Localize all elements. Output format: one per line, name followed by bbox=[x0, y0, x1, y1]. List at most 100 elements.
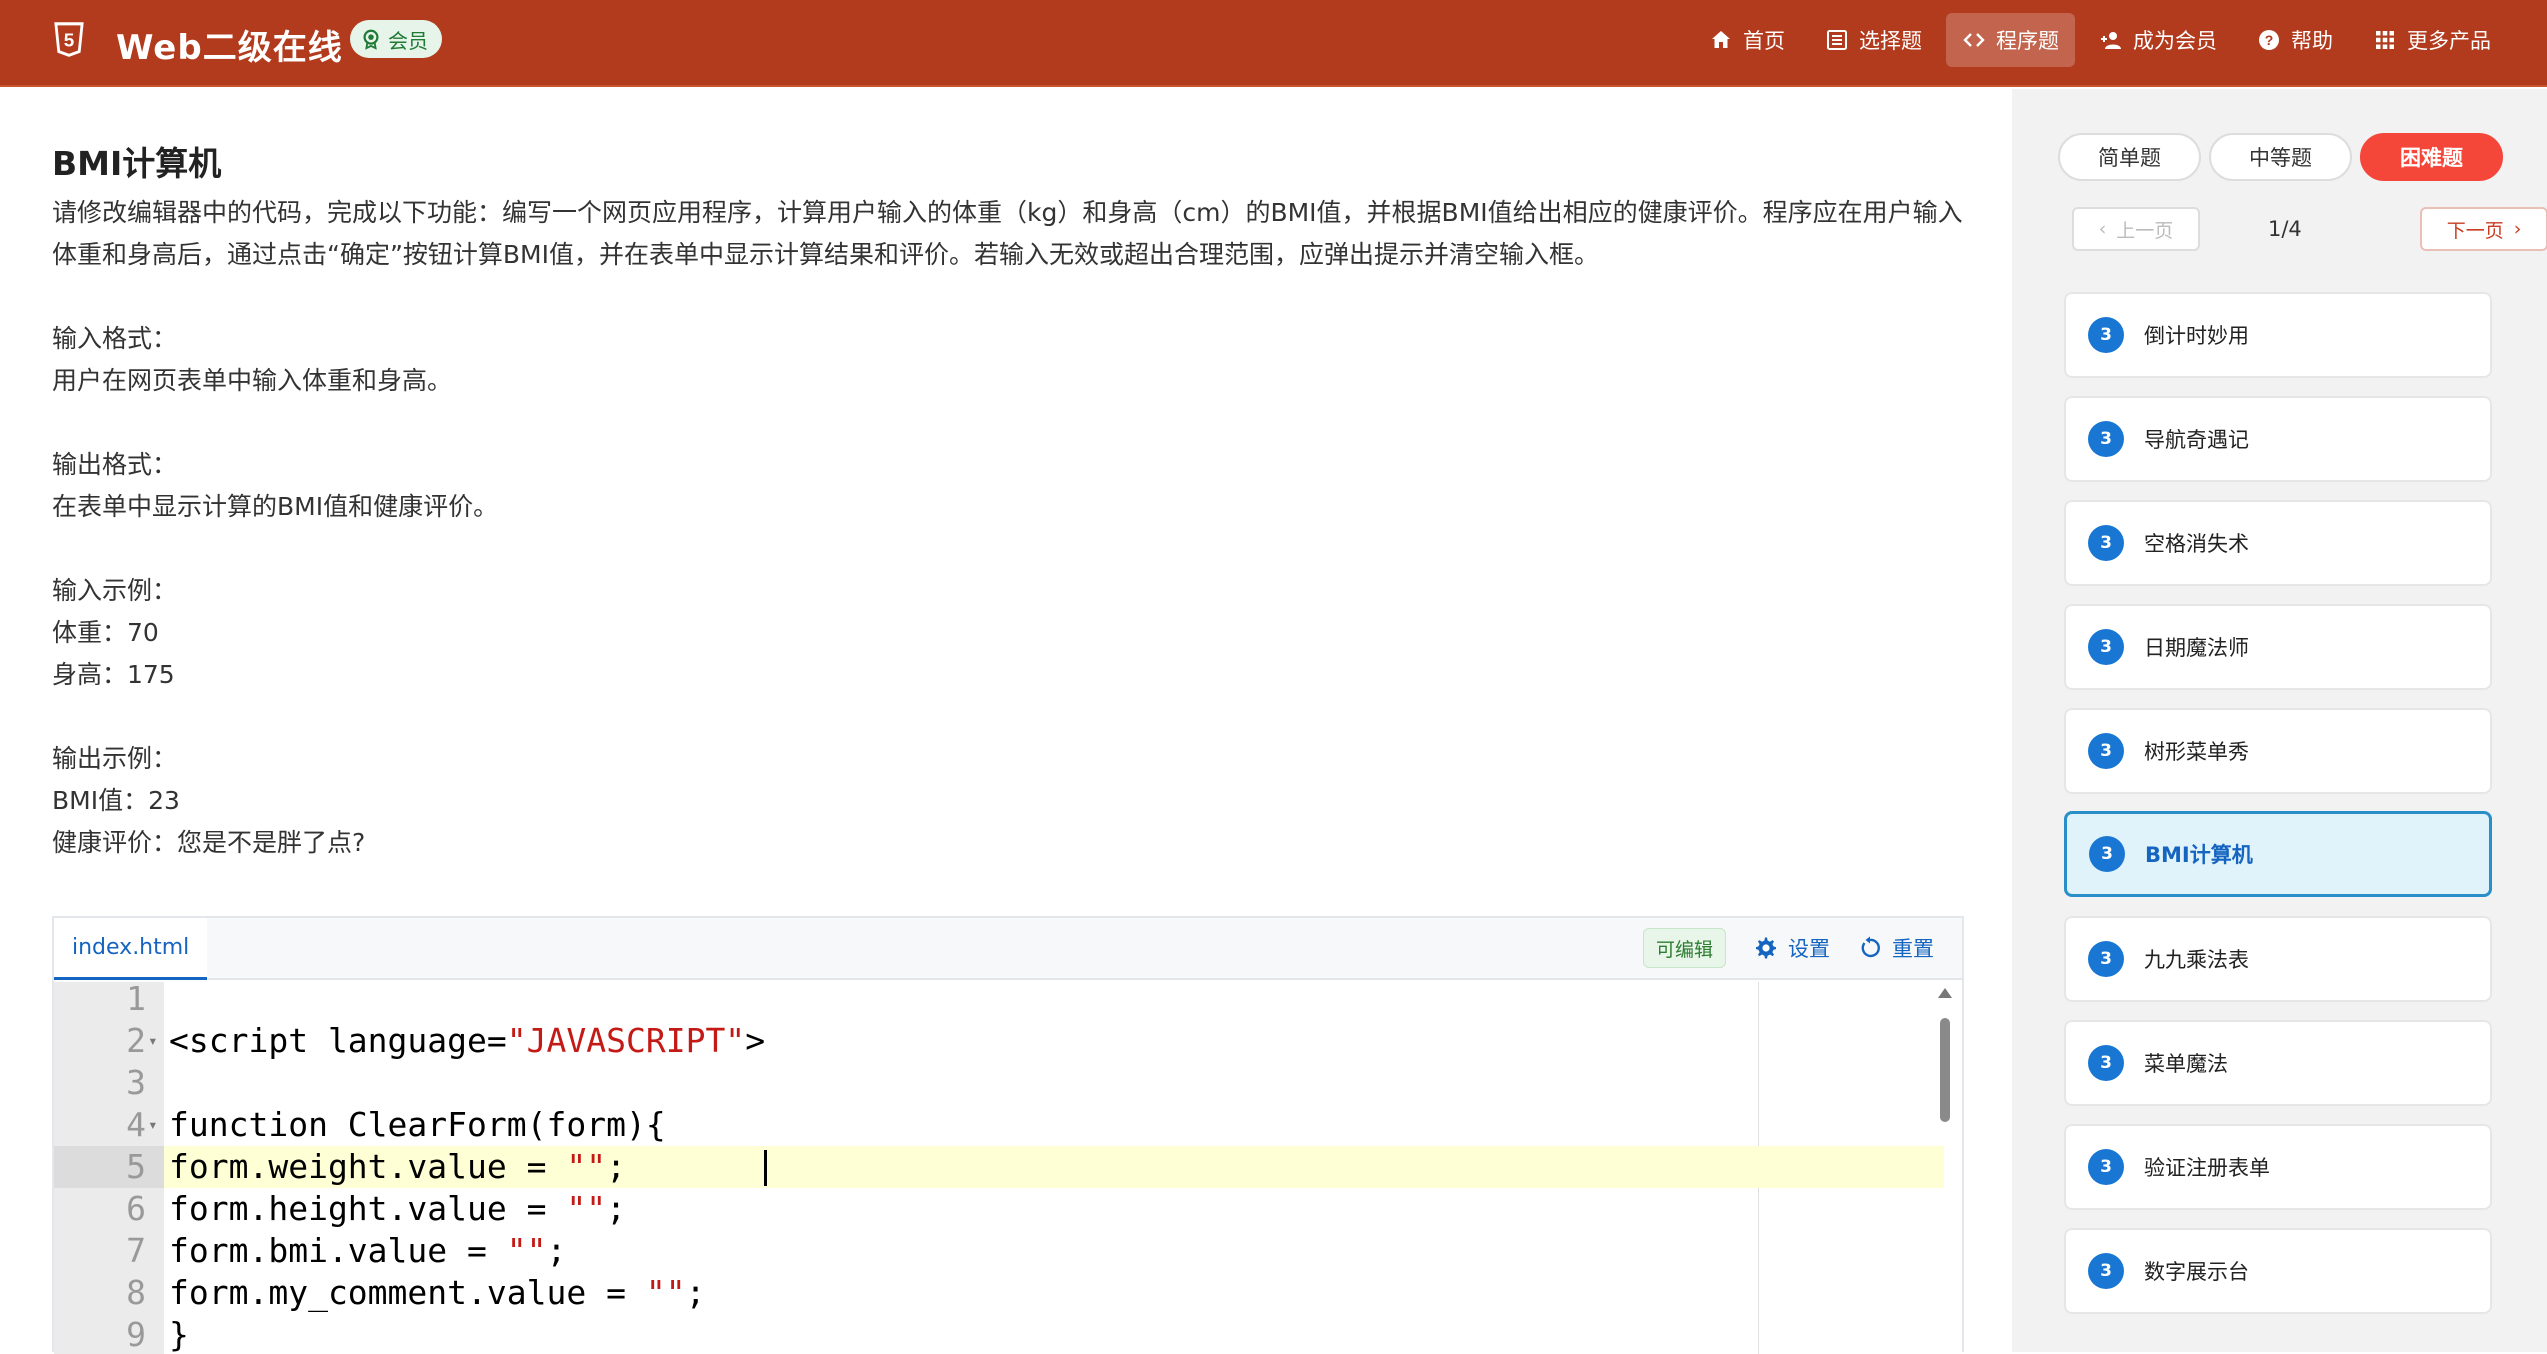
question-list-item[interactable]: 3 树形菜单秀 bbox=[2064, 708, 2492, 794]
code-line[interactable]: 9} bbox=[54, 1314, 1944, 1354]
question-list-item[interactable]: 3 验证注册表单 bbox=[2064, 1124, 2492, 1210]
code-token: form.height.value = bbox=[169, 1189, 567, 1228]
question-list-item[interactable]: 3 空格消失术 bbox=[2064, 500, 2492, 586]
code-string-token: "" bbox=[566, 1189, 607, 1228]
question-list-item[interactable]: 3 日期魔法师 bbox=[2064, 604, 2492, 690]
description-line bbox=[52, 696, 1972, 738]
code-text[interactable]: <script language="JAVASCRIPT"> bbox=[169, 1020, 765, 1062]
code-icon bbox=[1963, 33, 1985, 47]
difficulty-level-badge: 3 bbox=[2088, 1045, 2124, 1081]
question-name: 九九乘法表 bbox=[2144, 948, 2249, 972]
code-text[interactable]: function ClearForm(form){ bbox=[169, 1104, 666, 1146]
chevron-left-icon: ‹ bbox=[2098, 218, 2107, 240]
editable-badge: 可编辑 bbox=[1642, 928, 1726, 968]
code-text[interactable]: form.weight.value = ""; bbox=[169, 1146, 626, 1188]
code-text[interactable]: } bbox=[169, 1314, 189, 1354]
code-line[interactable]: 7 form.bmi.value = ""; bbox=[54, 1230, 1944, 1272]
pager: ‹ 上一页 1/4 下一页 › bbox=[2058, 207, 2547, 251]
line-number: 4 bbox=[126, 1105, 146, 1144]
description-line bbox=[52, 402, 1972, 444]
description-line: BMI值：23 bbox=[52, 786, 180, 815]
fold-toggle-icon[interactable]: ▾ bbox=[148, 1104, 158, 1146]
question-panel: BMI计算机 请修改编辑器中的代码，完成以下功能：编写一个网页应用程序，计算用户… bbox=[0, 89, 2010, 1354]
code-token: function ClearForm(form){ bbox=[169, 1105, 666, 1144]
description-line: 输入格式： bbox=[52, 324, 178, 353]
fold-toggle-icon[interactable]: ▾ bbox=[148, 1020, 158, 1062]
editor-toolbar: index.html 可编辑 设置 重置 bbox=[54, 918, 1962, 980]
question-list-item[interactable]: 3 九九乘法表 bbox=[2064, 916, 2492, 1002]
code-token: ; bbox=[685, 1273, 706, 1312]
nav-program-questions[interactable]: 程序题 bbox=[1946, 13, 2075, 67]
code-line[interactable]: 3 bbox=[54, 1062, 1944, 1104]
next-page-button[interactable]: 下一页 › bbox=[2420, 207, 2547, 251]
code-line[interactable]: 6 form.height.value = ""; bbox=[54, 1188, 1944, 1230]
code-token: form.weight.value = bbox=[169, 1147, 567, 1186]
code-string-token: "" bbox=[645, 1273, 686, 1312]
nav-choice-questions[interactable]: 选择题 bbox=[1809, 13, 1938, 67]
code-token: form.bmi.value = bbox=[169, 1231, 507, 1270]
description-line: 请修改编辑器中的代码，完成以下功能：编写一个网页应用程序，计算用户输入的体重（k… bbox=[52, 198, 1963, 269]
difficulty-level-badge: 3 bbox=[2088, 1253, 2124, 1289]
prev-page-button[interactable]: ‹ 上一页 bbox=[2072, 207, 2200, 251]
description-line: 输出格式： bbox=[52, 450, 178, 479]
nav-help[interactable]: ? 帮助 bbox=[2241, 13, 2349, 67]
tab-difficulty[interactable]: 简单题 bbox=[2058, 133, 2201, 181]
question-list-item[interactable]: 3 倒计时妙用 bbox=[2064, 292, 2492, 378]
code-text[interactable]: form.height.value = ""; bbox=[169, 1188, 626, 1230]
question-name: 数字展示台 bbox=[2144, 1260, 2249, 1284]
site-title[interactable]: Web二级在线 bbox=[116, 20, 343, 69]
description-line: 体重：70 bbox=[52, 618, 159, 647]
code-token: > bbox=[745, 1021, 766, 1060]
nav-member-label: 成为会员 bbox=[2133, 29, 2217, 53]
code-line[interactable]: 2 ▾ <script language="JAVASCRIPT"> bbox=[54, 1020, 1944, 1062]
help-icon: ? bbox=[2259, 30, 2279, 50]
code-text[interactable]: form.bmi.value = ""; bbox=[169, 1230, 566, 1272]
prev-page-label: 上一页 bbox=[2116, 219, 2174, 242]
award-icon bbox=[363, 29, 379, 50]
settings-button[interactable]: 设置 bbox=[1754, 933, 1830, 963]
line-highlight bbox=[164, 1314, 1944, 1354]
html5-logo-icon[interactable]: 5 bbox=[48, 18, 90, 60]
reset-button[interactable]: 重置 bbox=[1858, 933, 1934, 963]
difficulty-level-badge: 3 bbox=[2088, 733, 2124, 769]
member-badge-label: 会员 bbox=[388, 28, 428, 53]
nav-home[interactable]: 首页 bbox=[1693, 13, 1801, 67]
code-text[interactable]: form.my_comment.value = ""; bbox=[169, 1272, 705, 1314]
tab-difficulty[interactable]: 中等题 bbox=[2209, 133, 2352, 181]
file-tab-index-html[interactable]: index.html bbox=[54, 918, 208, 980]
code-line[interactable]: 8 form.my_comment.value = ""; bbox=[54, 1272, 1944, 1314]
nav-become-member[interactable]: 成为会员 bbox=[2083, 13, 2233, 67]
tab-difficulty[interactable]: 困难题 bbox=[2360, 133, 2503, 181]
code-line[interactable]: 5 form.weight.value = ""; bbox=[54, 1146, 1944, 1188]
code-token: ; bbox=[546, 1231, 567, 1270]
difficulty-level-badge: 3 bbox=[2088, 1149, 2124, 1185]
question-list-item[interactable]: 3 BMI计算机 bbox=[2064, 811, 2492, 897]
question-sidebar: 简单题 中等题 困难题 ‹ 上一页 1/4 下一页 › 3 倒计时妙用 3 导航奇遇记 3 空… bbox=[2012, 89, 2547, 1352]
difficulty-level-badge: 3 bbox=[2088, 421, 2124, 457]
line-highlight bbox=[164, 982, 1944, 1020]
nav-choice-label: 选择题 bbox=[1859, 29, 1922, 53]
code-line[interactable]: 1 bbox=[54, 982, 1944, 1020]
question-name: 树形菜单秀 bbox=[2144, 740, 2249, 764]
nav-more-products[interactable]: 更多产品 bbox=[2357, 13, 2507, 67]
question-name: 菜单魔法 bbox=[2144, 1052, 2228, 1076]
list-icon bbox=[1827, 30, 1847, 50]
code-line[interactable]: 4 ▾ function ClearForm(form){ bbox=[54, 1104, 1944, 1146]
description-line bbox=[52, 528, 1972, 570]
editor-tools: 可编辑 设置 重置 bbox=[1642, 928, 1934, 968]
description-line: 身高：175 bbox=[52, 660, 175, 689]
question-list-item[interactable]: 3 数字展示台 bbox=[2064, 1228, 2492, 1314]
question-description: 请修改编辑器中的代码，完成以下功能：编写一个网页应用程序，计算用户输入的体重（k… bbox=[52, 192, 1972, 864]
code-area[interactable]: 1 2 ▾ <script language="JAVASCRIPT"> 3 4 ▾ func… bbox=[54, 982, 1962, 1354]
gear-icon bbox=[1756, 937, 1776, 959]
nav-program-label: 程序题 bbox=[1996, 29, 2059, 53]
question-list-item[interactable]: 3 菜单魔法 bbox=[2064, 1020, 2492, 1106]
line-number: 1 bbox=[126, 982, 146, 1018]
grid-icon bbox=[2376, 31, 2394, 49]
question-title: BMI计算机 bbox=[52, 144, 222, 183]
reset-label: 重置 bbox=[1892, 937, 1934, 961]
question-name: BMI计算机 bbox=[2145, 843, 2253, 867]
nav-more-label: 更多产品 bbox=[2407, 29, 2491, 53]
question-list-item[interactable]: 3 导航奇遇记 bbox=[2064, 396, 2492, 482]
page-indicator: 1/4 bbox=[2268, 217, 2302, 241]
